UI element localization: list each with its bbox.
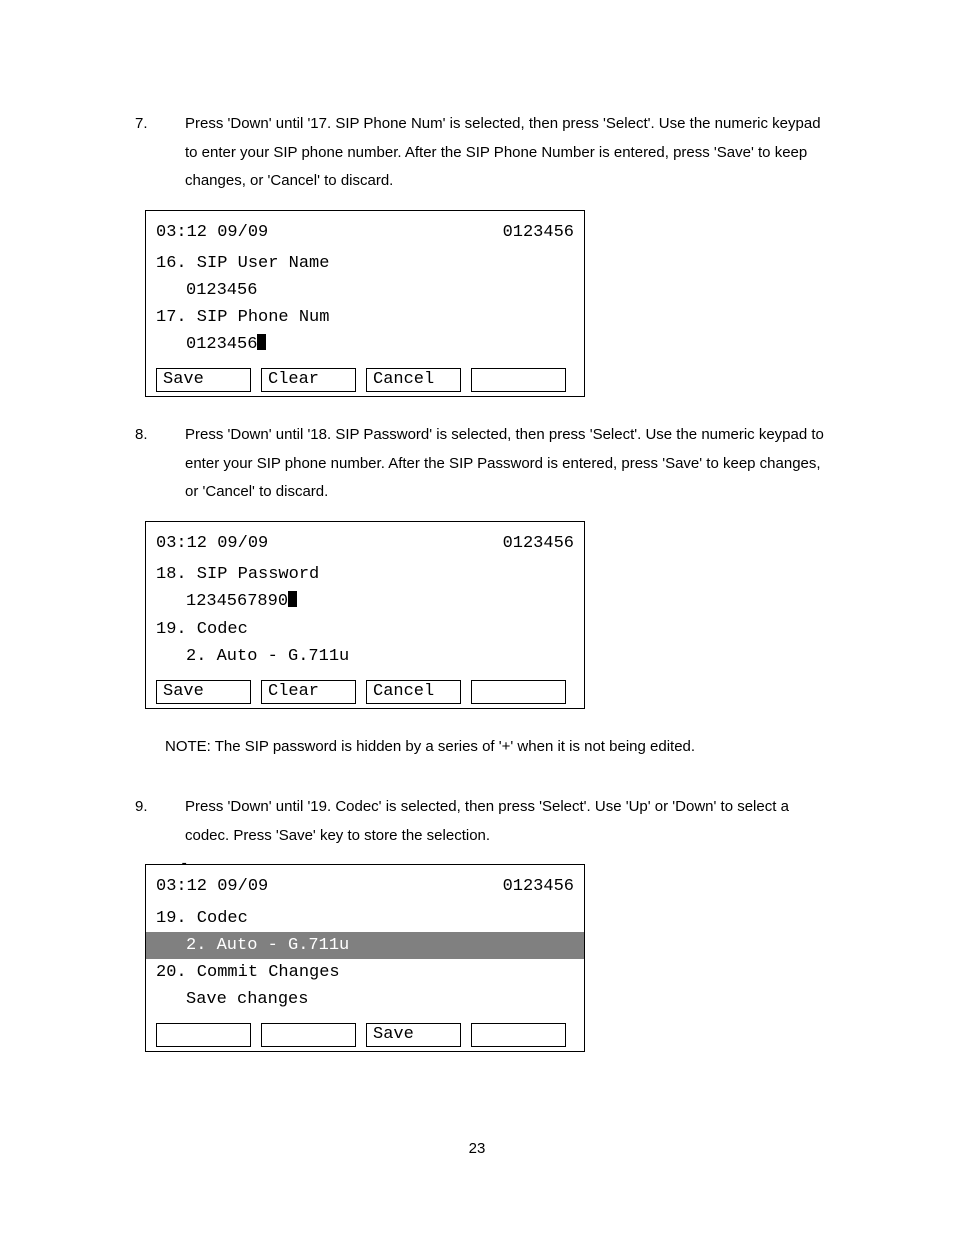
lcd-menu-value: Save changes (156, 986, 574, 1013)
lcd-menu-item: 20. Commit Changes (156, 959, 574, 986)
lcd-extension: 0123456 (503, 873, 574, 900)
step-7: 7. Press 'Down' until '17. SIP Phone Num… (135, 110, 834, 196)
lcd-screen-2: 03:12 09/09 0123456 18. SIP Password 123… (145, 521, 585, 709)
lcd-time: 03:12 09/09 (156, 530, 268, 557)
lcd-menu-value: 1234567890 (156, 588, 574, 615)
step-number: 8. (135, 421, 185, 507)
softkey-empty (261, 1023, 356, 1047)
lcd-extension: 0123456 (503, 530, 574, 557)
step-8: 8. Press 'Down' until '18. SIP Password'… (135, 421, 834, 507)
lcd-menu-item: 19. Codec (156, 905, 574, 932)
softkey-row: Save Clear Cancel (156, 680, 574, 704)
step-text: Press 'Down' until '17. SIP Phone Num' i… (185, 110, 834, 196)
softkey-row: Save Clear Cancel (156, 368, 574, 392)
softkey-cancel: Cancel (366, 680, 461, 704)
lcd-header: 03:12 09/09 0123456 (156, 530, 574, 557)
lcd-menu-value: 2. Auto - G.711u (156, 643, 574, 670)
stray-mark: - (180, 853, 188, 875)
lcd-menu-item: 19. Codec (156, 616, 574, 643)
lcd-selected-value: 2. Auto - G.711u (146, 932, 584, 959)
cursor-icon (288, 591, 297, 607)
softkey-cancel: Cancel (366, 368, 461, 392)
cursor-icon (257, 334, 266, 350)
lcd-menu-value: 0123456 (156, 277, 574, 304)
softkey-save: Save (366, 1023, 461, 1047)
softkey-save: Save (156, 680, 251, 704)
step-number: 7. (135, 110, 185, 196)
lcd-screen-1: 03:12 09/09 0123456 16. SIP User Name 01… (145, 210, 585, 398)
lcd-header: 03:12 09/09 0123456 (156, 873, 574, 900)
note-text: NOTE: The SIP password is hidden by a se… (165, 733, 834, 762)
document-page: 7. Press 'Down' until '17. SIP Phone Num… (0, 0, 954, 1235)
step-9: 9. Press 'Down' until '19. Codec' is sel… (135, 793, 834, 850)
lcd-screen-3: - 03:12 09/09 0123456 19. Codec 2. Auto … (145, 864, 585, 1052)
lcd-menu-item: 17. SIP Phone Num (156, 304, 574, 331)
lcd-time: 03:12 09/09 (156, 873, 268, 900)
step-text: Press 'Down' until '19. Codec' is select… (185, 793, 834, 850)
step-text: Press 'Down' until '18. SIP Password' is… (185, 421, 834, 507)
softkey-empty (471, 1023, 566, 1047)
lcd-menu-item: 16. SIP User Name (156, 250, 574, 277)
softkey-row: Save (156, 1023, 574, 1047)
softkey-save: Save (156, 368, 251, 392)
softkey-empty (471, 680, 566, 704)
softkey-empty (471, 368, 566, 392)
step-number: 9. (135, 793, 185, 850)
lcd-menu-value: 0123456 (156, 331, 574, 358)
lcd-header: 03:12 09/09 0123456 (156, 219, 574, 246)
softkey-clear: Clear (261, 680, 356, 704)
softkey-empty (156, 1023, 251, 1047)
softkey-clear: Clear (261, 368, 356, 392)
lcd-time: 03:12 09/09 (156, 219, 268, 246)
page-number: 23 (0, 1140, 954, 1157)
lcd-extension: 0123456 (503, 219, 574, 246)
lcd-menu-item: 18. SIP Password (156, 561, 574, 588)
